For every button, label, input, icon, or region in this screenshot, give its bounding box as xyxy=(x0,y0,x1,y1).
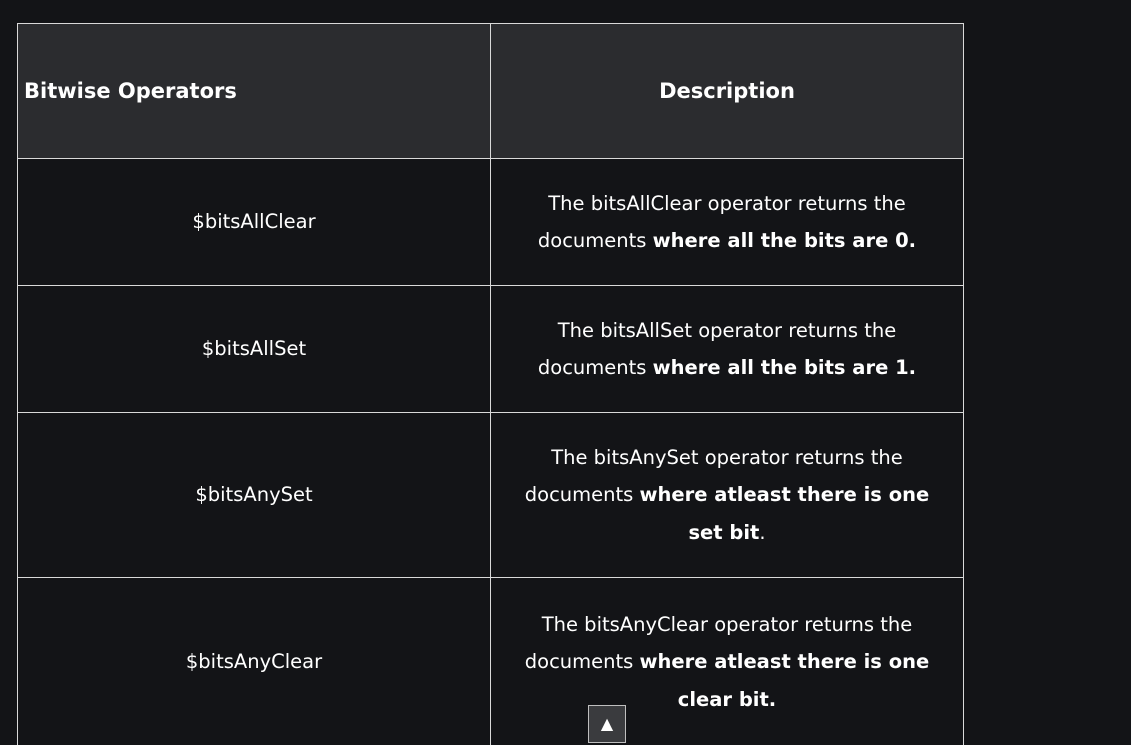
table-row: $bitsAllClear The bitsAllClear operator … xyxy=(17,158,964,286)
header-operators: Bitwise Operators xyxy=(17,23,491,159)
scroll-to-top-button[interactable]: ▲ xyxy=(588,705,626,743)
description-emphasis: where atleast there is one set bit xyxy=(639,483,930,544)
table-row: $bitsAnyClear The bitsAnyClear operator … xyxy=(17,577,964,745)
operator-cell: $bitsAllClear xyxy=(17,158,491,286)
page: Bitwise Operators Description $bitsAllCl… xyxy=(0,0,1131,745)
description-cell: The bitsAllSet operator returns the docu… xyxy=(490,285,964,413)
description-cell: The bitsAnySet operator returns the docu… xyxy=(490,412,964,578)
description-emphasis: where atleast there is one clear bit. xyxy=(639,650,930,711)
table-row: $bitsAnySet The bitsAnySet operator retu… xyxy=(17,412,964,578)
table-row: $bitsAllSet The bitsAllSet operator retu… xyxy=(17,285,964,413)
description-emphasis: where all the bits are 1. xyxy=(652,356,917,379)
operator-cell: $bitsAnyClear xyxy=(17,577,491,745)
operator-cell: $bitsAnySet xyxy=(17,412,491,578)
bitwise-operators-table: Bitwise Operators Description $bitsAllCl… xyxy=(17,23,964,745)
description-tail: . xyxy=(759,520,766,544)
description-cell: The bitsAnyClear operator returns the do… xyxy=(490,577,964,745)
description-cell: The bitsAllClear operator returns the do… xyxy=(490,158,964,286)
description-emphasis: where all the bits are 0. xyxy=(652,229,917,252)
operator-cell: $bitsAllSet xyxy=(17,285,491,413)
table-header-row: Bitwise Operators Description xyxy=(17,23,964,159)
arrow-up-icon: ▲ xyxy=(600,714,614,733)
header-description: Description xyxy=(490,23,964,159)
